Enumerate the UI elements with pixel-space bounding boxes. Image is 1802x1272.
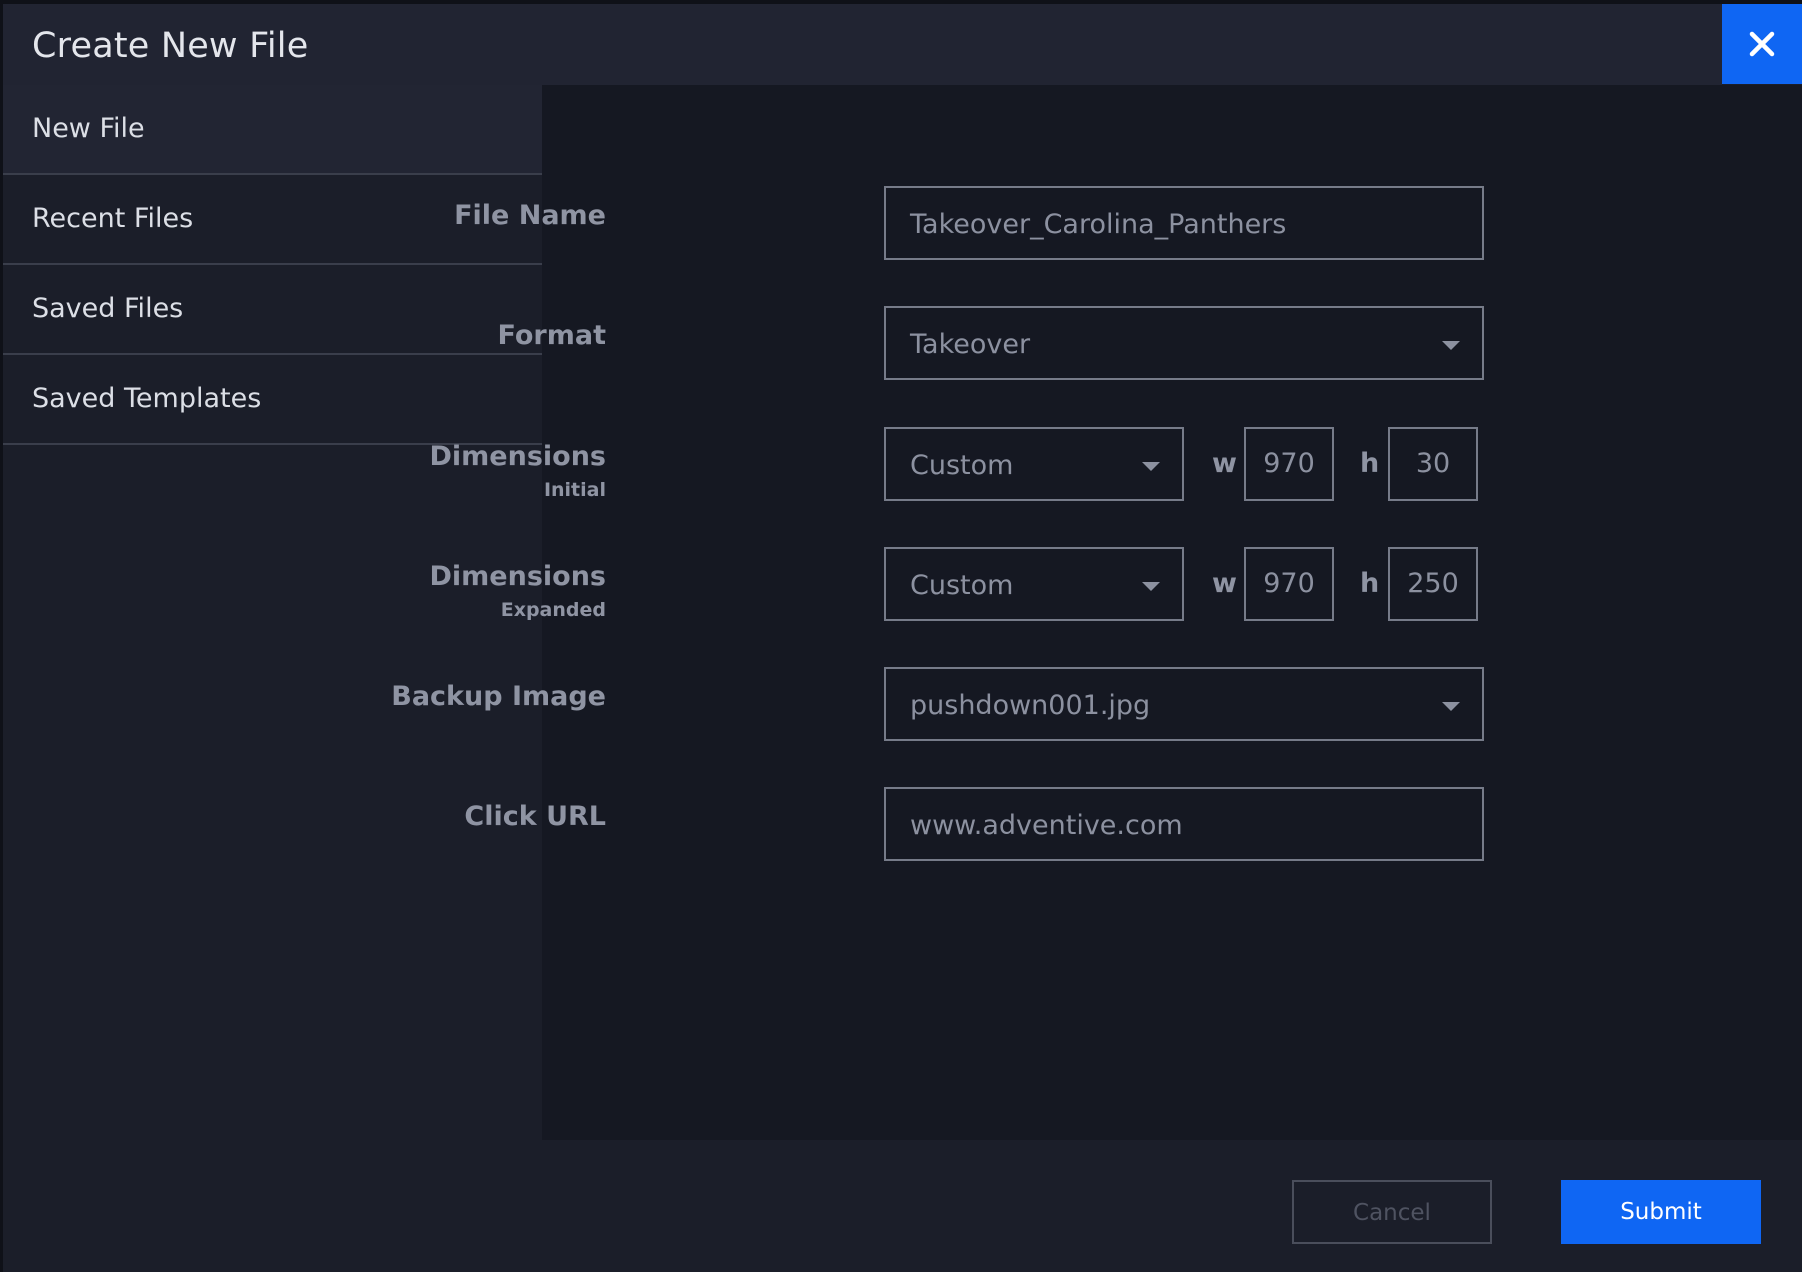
dimensions-label-text: Dimensions [429,441,606,472]
close-icon [1749,31,1775,57]
dimensions-initial-preset-value: Custom [910,450,1014,481]
cancel-button[interactable]: Cancel [1292,1180,1492,1244]
format-label-text: Format [497,320,606,351]
dimensions-expanded-sublabel: Expanded [500,599,606,621]
expanded-width-input[interactable]: 970 [1244,547,1334,621]
format-label: Format [498,320,606,352]
click-url-input[interactable]: www.adventive.com [884,787,1484,861]
initial-width-input[interactable]: 970 [1244,427,1334,501]
dimensions-expanded-preset-select[interactable]: Custom [884,547,1184,621]
backup-image-value: pushdown001.jpg [910,690,1151,721]
sidebar-item-new-file[interactable]: New File [3,85,542,175]
create-file-dialog: Create New File New File Recent Files Sa… [0,0,1802,1272]
click-url-label: Click URL [464,801,606,833]
dimensions-initial-label: Dimensions Initial [429,441,606,503]
dimensions-expanded-label: Dimensions Expanded [429,561,606,623]
dimensions-initial-row: Dimensions Initial Custom w 970 h 30 [429,427,1802,501]
file-name-label-text: File Name [454,200,606,231]
sidebar-item-label: Recent Files [32,203,194,234]
format-row: Format Takeover [498,306,1802,380]
chevron-down-icon [1142,462,1160,471]
sidebar-item-saved-files[interactable]: Saved Files [3,265,542,355]
click-url-row: Click URL www.adventive.com [464,787,1802,861]
height-label: h [1360,568,1380,599]
dimensions-initial-sublabel: Initial [543,479,606,501]
initial-height-input[interactable]: 30 [1388,427,1478,501]
dimensions-expanded-preset-value: Custom [910,570,1014,601]
dimensions-initial-preset-select[interactable]: Custom [884,427,1184,501]
format-value: Takeover [910,329,1031,360]
dialog-title: Create New File [32,26,309,66]
width-label: w [1212,448,1237,479]
backup-image-row: Backup Image pushdown001.jpg [391,667,1802,741]
sidebar-item-label: Saved Templates [32,383,262,414]
sidebar-item-label: Saved Files [32,293,184,324]
close-button[interactable] [1722,4,1802,84]
width-label: w [1212,568,1237,599]
backup-image-label: Backup Image [391,681,606,713]
chevron-down-icon [1442,341,1460,350]
sidebar-item-saved-templates[interactable]: Saved Templates [3,355,542,445]
click-url-label-text: Click URL [464,801,606,832]
backup-image-label-text: Backup Image [391,681,606,712]
sidebar: New File Recent Files Saved Files Saved … [3,85,542,1272]
file-name-value: Takeover_Carolina_Panthers [910,209,1287,240]
file-name-row: File Name Takeover_Carolina_Panthers [454,186,1802,260]
sidebar-item-label: New File [32,113,145,144]
expanded-height-input[interactable]: 250 [1388,547,1478,621]
chevron-down-icon [1142,582,1160,591]
format-select[interactable]: Takeover [884,306,1484,380]
chevron-down-icon [1442,702,1460,711]
file-name-label: File Name [454,200,606,232]
submit-button[interactable]: Submit [1561,1180,1761,1244]
file-name-input[interactable]: Takeover_Carolina_Panthers [884,186,1484,260]
click-url-value: www.adventive.com [910,810,1183,841]
height-label: h [1360,448,1380,479]
new-file-form-panel: File Name Takeover_Carolina_Panthers For… [391,85,1802,1140]
dimensions-expanded-row: Dimensions Expanded Custom w 970 h 250 [429,547,1802,621]
dimensions-label-text: Dimensions [429,561,606,592]
backup-image-select[interactable]: pushdown001.jpg [884,667,1484,741]
dialog-titlebar: Create New File [3,4,1722,85]
